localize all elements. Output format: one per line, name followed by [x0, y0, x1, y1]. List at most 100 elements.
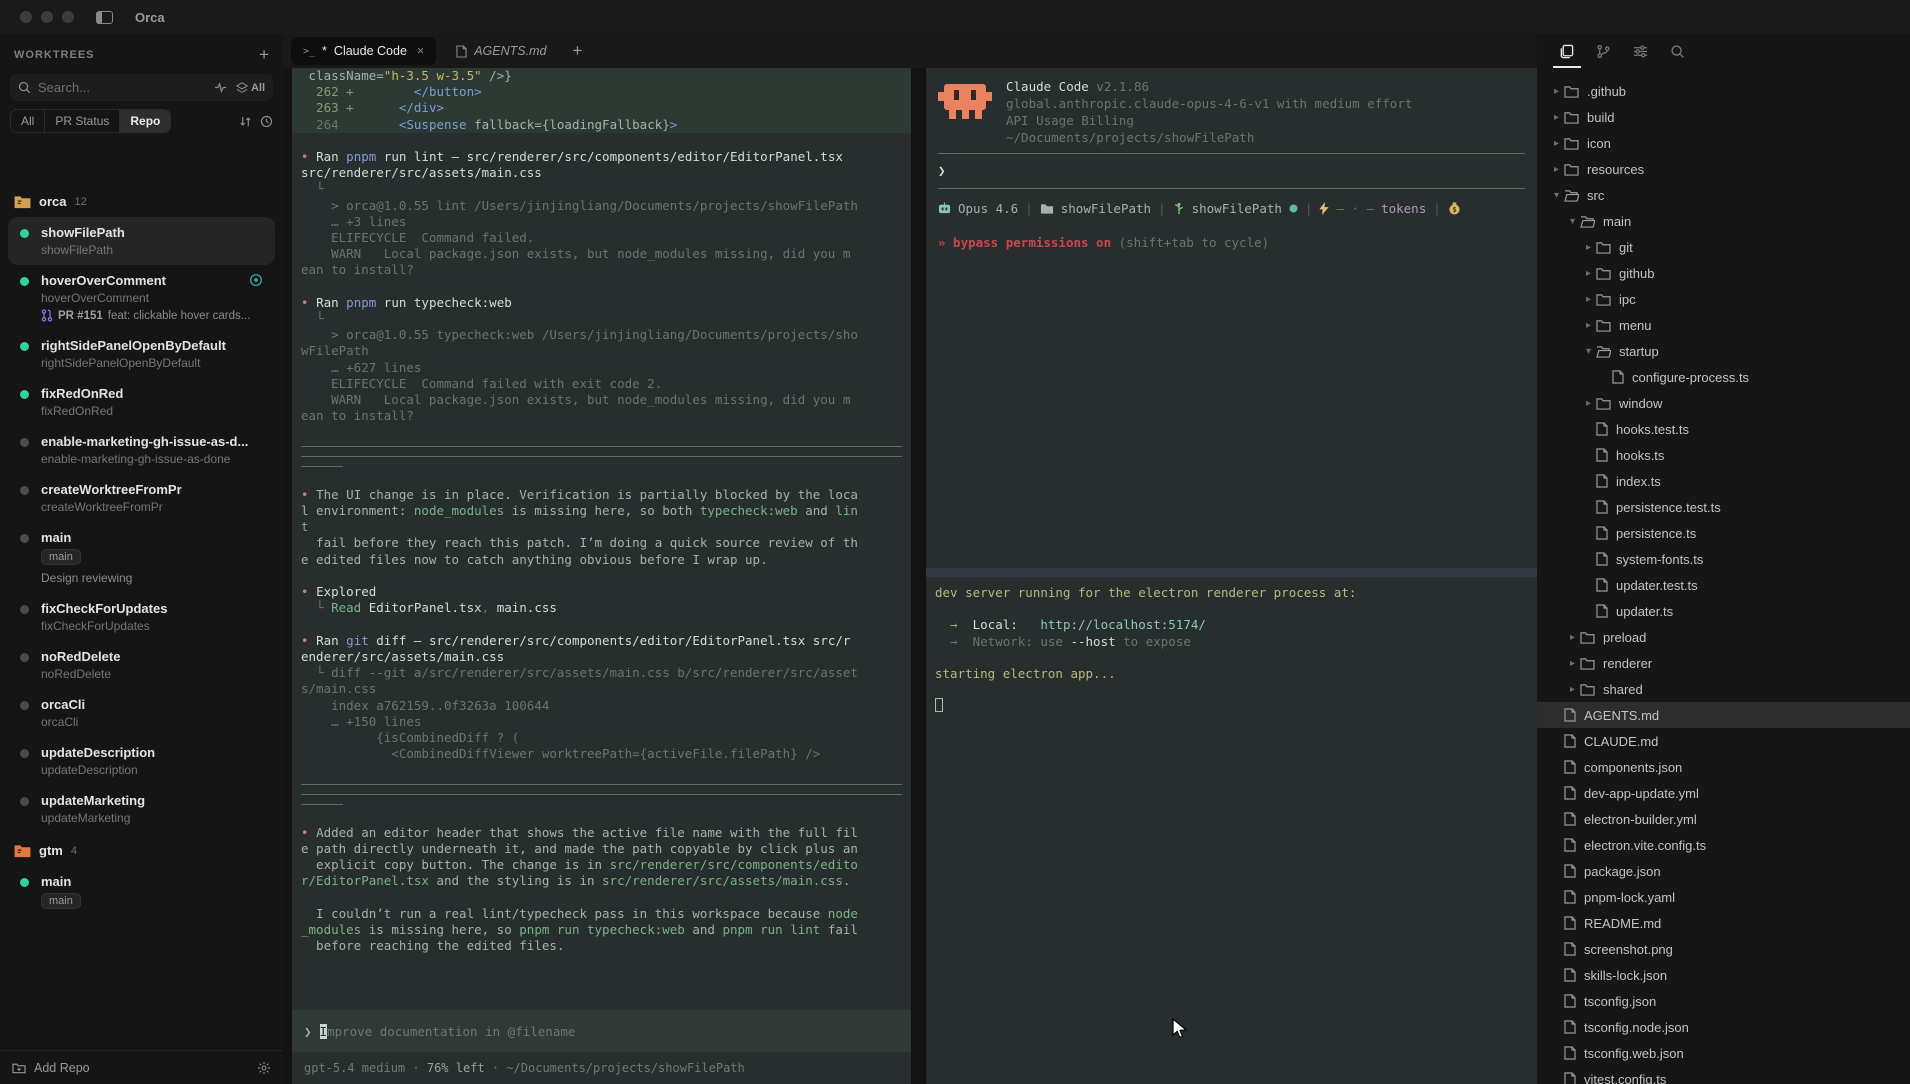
filter-settings-tab-icon[interactable]	[1633, 44, 1648, 59]
tree-item-package-json[interactable]: package.json	[1537, 858, 1910, 884]
tree-item-skills-lock-json[interactable]: skills-lock.json	[1537, 962, 1910, 988]
terminal-line: dev server running for the electron rend…	[926, 585, 1537, 601]
tree-item-github[interactable]: ▸github	[1537, 260, 1910, 286]
tree-item-preload[interactable]: ▸preload	[1537, 624, 1910, 650]
worktree-title: orcaCli	[41, 697, 85, 712]
tree-item-vitest-config-ts[interactable]: vitest.config.ts	[1537, 1066, 1910, 1084]
activity-filter-icon[interactable]	[214, 82, 227, 93]
open-indicator-icon[interactable]	[249, 273, 263, 287]
tree-item-persistence-test-ts[interactable]: persistence.test.ts	[1537, 494, 1910, 520]
tree-item-index-ts[interactable]: index.ts	[1537, 468, 1910, 494]
claude-cli-pane[interactable]: Claude Code v2.1.86 global.anthropic.cla…	[926, 68, 1537, 1084]
repo-group-orca[interactable]: orca 12	[8, 184, 275, 217]
worktree-item-body: showFilePathshowFilePath	[41, 225, 125, 257]
tree-item-configure-process-ts[interactable]: configure-process.ts	[1537, 364, 1910, 390]
filter-repo[interactable]: Repo	[120, 110, 170, 132]
tree-item--github[interactable]: ▸.github	[1537, 78, 1910, 104]
pane-split-handle[interactable]	[926, 568, 1537, 577]
cli-prompt[interactable]: ❯	[926, 161, 1537, 181]
filter-all[interactable]: All	[11, 110, 45, 132]
worktree-item-noRedDelete[interactable]: noRedDeletenoRedDelete	[8, 641, 275, 689]
history-icon[interactable]	[260, 115, 273, 128]
tree-item-pnpm-lock-yaml[interactable]: pnpm-lock.yaml	[1537, 884, 1910, 910]
tree-item-label: tsconfig.json	[1584, 994, 1656, 1009]
worktree-item-hoverOverComment[interactable]: hoverOverCommenthoverOverCommentPR #151f…	[8, 265, 275, 330]
repo-count: 12	[74, 196, 86, 208]
repo-folder-icon	[14, 844, 31, 858]
tree-item-persistence-ts[interactable]: persistence.ts	[1537, 520, 1910, 546]
tree-item-menu[interactable]: ▸menu	[1537, 312, 1910, 338]
tree-item-updater-test-ts[interactable]: updater.test.ts	[1537, 572, 1910, 598]
tree-item-AGENTS-md[interactable]: AGENTS.md	[1537, 702, 1910, 728]
statusbar-separator: |	[1158, 201, 1166, 216]
pull-request-icon	[41, 309, 53, 322]
tree-item-components-json[interactable]: components.json	[1537, 754, 1910, 780]
worktree-item-showFilePath[interactable]: showFilePathshowFilePath	[8, 217, 275, 265]
add-worktree-button[interactable]: +	[259, 48, 269, 62]
worktree-item-createWorktreeFromPr[interactable]: createWorktreeFromPrcreateWorktreeFromPr	[8, 474, 275, 522]
worktree-item-fixRedOnRed[interactable]: fixRedOnRedfixRedOnRed	[8, 378, 275, 426]
pr-status-row[interactable]: PR #151feat: clickable hover cards...	[41, 309, 249, 322]
worktree-item-rightSidePanelOpenByDefault[interactable]: rightSidePanelOpenByDefaultrightSidePane…	[8, 330, 275, 378]
tree-item-build[interactable]: ▸build	[1537, 104, 1910, 130]
tree-item-resources[interactable]: ▸resources	[1537, 156, 1910, 182]
worktree-item-orcaCli[interactable]: orcaCliorcaCli	[8, 689, 275, 737]
tree-item-hooks-test-ts[interactable]: hooks.test.ts	[1537, 416, 1910, 442]
window-zoom-button[interactable]	[62, 11, 74, 23]
tree-item-tsconfig-node-json[interactable]: tsconfig.node.json	[1537, 1014, 1910, 1040]
tree-item-git[interactable]: ▸git	[1537, 234, 1910, 260]
tree-item-system-fonts-ts[interactable]: system-fonts.ts	[1537, 546, 1910, 572]
worktree-item-fixCheckForUpdates[interactable]: fixCheckForUpdatesfixCheckForUpdates	[8, 593, 275, 641]
tree-item-updater-ts[interactable]: updater.ts	[1537, 598, 1910, 624]
worktree-item-updateMarketing[interactable]: updateMarketingupdateMarketing	[8, 785, 275, 833]
tree-item-ipc[interactable]: ▸ipc	[1537, 286, 1910, 312]
terminal-line: fail before they reach this patch. I’m d…	[292, 535, 911, 551]
tree-item-README-md[interactable]: README.md	[1537, 910, 1910, 936]
scope-all-toggle[interactable]: All	[236, 82, 265, 94]
file-icon	[1564, 1046, 1576, 1060]
tree-item-electron-builder-yml[interactable]: electron-builder.yml	[1537, 806, 1910, 832]
sidebar-toggle-icon[interactable]	[96, 11, 113, 24]
terminal-line: ELIFECYCLE Command failed with exit code…	[292, 376, 911, 392]
tree-item-hooks-ts[interactable]: hooks.ts	[1537, 442, 1910, 468]
files-tab-icon[interactable]	[1559, 44, 1574, 59]
tree-item-icon[interactable]: ▸icon	[1537, 130, 1910, 156]
add-repo-button[interactable]: Add Repo	[34, 1061, 90, 1075]
branch-icon	[1173, 202, 1185, 215]
search-tab-icon[interactable]	[1670, 44, 1685, 59]
tree-item-renderer[interactable]: ▸renderer	[1537, 650, 1910, 676]
tree-item-electron-vite-config-ts[interactable]: electron.vite.config.ts	[1537, 832, 1910, 858]
tree-item-tsconfig-json[interactable]: tsconfig.json	[1537, 988, 1910, 1014]
tab-claude-code[interactable]: >_*Claude Code×	[291, 37, 436, 65]
worktree-item-main[interactable]: mainmainDesign reviewing	[8, 522, 275, 593]
tree-item-src[interactable]: ▾src	[1537, 182, 1910, 208]
tree-item-shared[interactable]: ▸shared	[1537, 676, 1910, 702]
sort-icon[interactable]	[239, 115, 252, 128]
tree-item-CLAUDE-md[interactable]: CLAUDE.md	[1537, 728, 1910, 754]
tab-close-icon[interactable]: ×	[417, 44, 424, 58]
tree-item-window[interactable]: ▸window	[1537, 390, 1910, 416]
window-minimize-button[interactable]	[41, 11, 53, 23]
tree-item-startup[interactable]: ▾startup	[1537, 338, 1910, 364]
tab-agents-md[interactable]: AGENTS.md	[444, 37, 558, 65]
repo-group-gtm[interactable]: gtm 4	[8, 833, 275, 866]
worktree-item-main[interactable]: mainmain	[8, 866, 275, 917]
context-left: 76% left	[427, 1061, 485, 1075]
new-tab-button[interactable]: +	[572, 41, 582, 61]
tree-item-tsconfig-web-json[interactable]: tsconfig.web.json	[1537, 1040, 1910, 1066]
search-input[interactable]: Search... All	[10, 74, 273, 101]
claude-terminal-pane[interactable]: className="h-3.5 w-3.5" />} 262 + </butt…	[292, 68, 911, 1084]
filter-pr-status[interactable]: PR Status	[45, 110, 120, 132]
tree-item-screenshot-png[interactable]: screenshot.png	[1537, 936, 1910, 962]
file-icon	[1596, 578, 1608, 592]
git-branch-tab-icon[interactable]	[1596, 44, 1611, 59]
worktree-item-enable-marketing-gh-issue-as-d-[interactable]: enable-marketing-gh-issue-as-d...enable-…	[8, 426, 275, 474]
tree-item-dev-app-update-yml[interactable]: dev-app-update.yml	[1537, 780, 1910, 806]
window-close-button[interactable]	[20, 11, 32, 23]
worktree-item-updateDescription[interactable]: updateDescriptionupdateDescription	[8, 737, 275, 785]
prompt-input[interactable]: ❯ I mprove documentation in @filename	[292, 1010, 911, 1052]
settings-gear-icon[interactable]	[257, 1061, 271, 1075]
terminal-line: {isCombinedDiff ? (	[292, 730, 911, 746]
tree-item-label: CLAUDE.md	[1584, 734, 1658, 749]
tree-item-main[interactable]: ▾main	[1537, 208, 1910, 234]
